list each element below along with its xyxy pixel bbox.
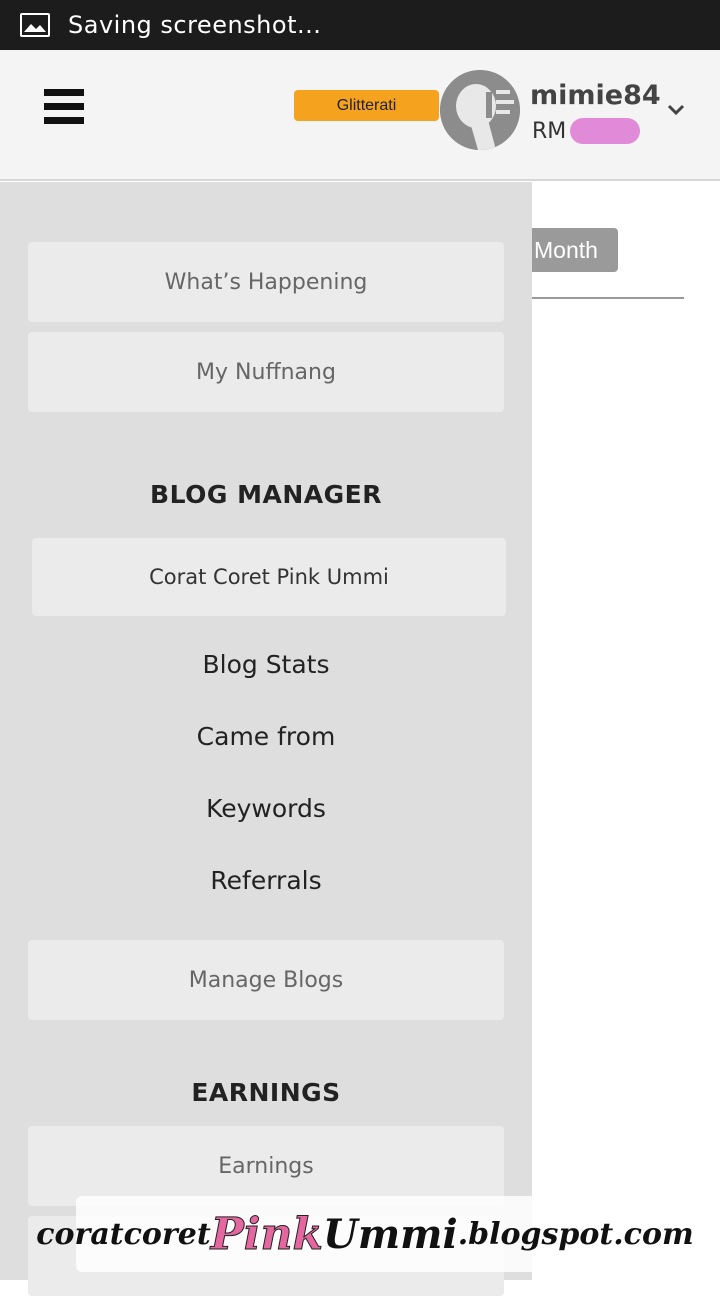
month-button[interactable]: Month — [532, 228, 618, 272]
image-icon — [20, 13, 50, 37]
section-title-blog-manager: BLOG MANAGER — [150, 480, 382, 509]
divider — [532, 297, 684, 299]
menu-item-earnings[interactable]: Earnings — [28, 1126, 504, 1206]
chevron-down-icon[interactable] — [666, 102, 686, 118]
navigation-drawer: What’s Happening My Nuffnang BLOG MANAGE… — [0, 182, 532, 1296]
menu-item-came-from[interactable]: Came from — [0, 722, 532, 751]
blog-selector[interactable]: Corat Coret Pink Ummi — [32, 538, 506, 616]
status-text: Saving screenshot... — [68, 11, 322, 39]
app-header: Glitterati mimie84 RM — [0, 50, 720, 181]
section-title-earnings: EARNINGS — [191, 1078, 341, 1107]
avatar[interactable] — [440, 70, 520, 150]
menu-item-manage-blogs[interactable]: Manage Blogs — [28, 940, 504, 1020]
menu-item-referrals[interactable]: Referrals — [0, 866, 532, 895]
status-badge: Glitterati — [294, 90, 439, 121]
menu-icon[interactable] — [44, 89, 84, 131]
menu-item-keywords[interactable]: Keywords — [0, 794, 532, 823]
main-content — [532, 182, 720, 1280]
balance: RM — [532, 118, 641, 144]
currency-label: RM — [532, 118, 567, 144]
watermark: coratcoret Pink Ummi .blogspot.com — [36, 1196, 694, 1272]
username[interactable]: mimie84 — [530, 80, 661, 111]
menu-item-blog-stats[interactable]: Blog Stats — [0, 650, 532, 679]
status-bar: Saving screenshot... — [0, 0, 720, 50]
menu-item-whats-happening[interactable]: What’s Happening — [28, 242, 504, 322]
menu-item-my-nuffnang[interactable]: My Nuffnang — [28, 332, 504, 412]
redacted-amount — [570, 118, 641, 144]
